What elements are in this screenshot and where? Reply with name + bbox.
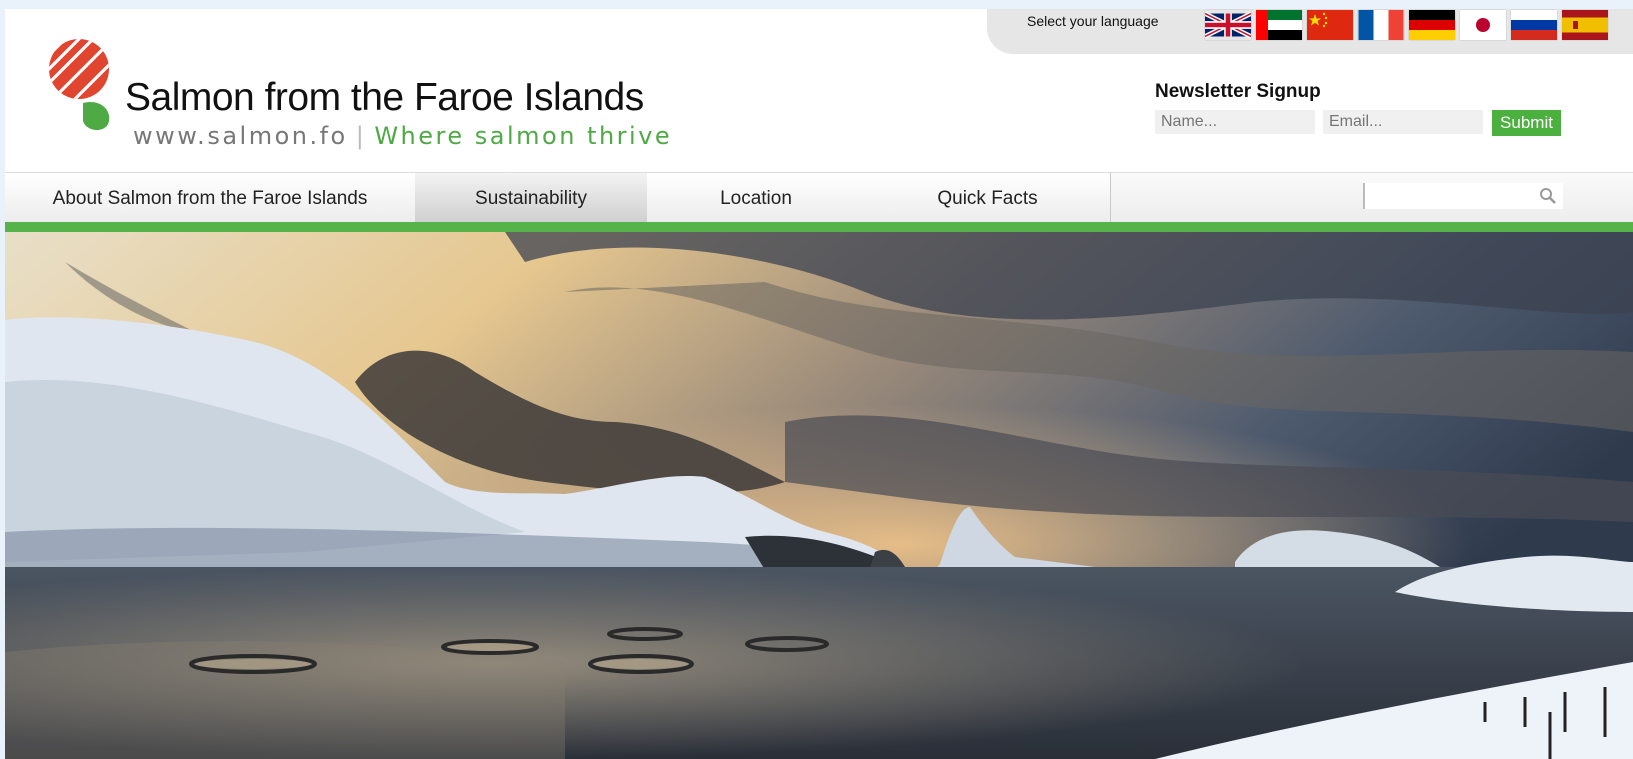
fjord-landscape-image (5, 232, 1633, 759)
spain-flag-icon[interactable] (1562, 10, 1608, 40)
newsletter-submit-button[interactable]: Submit (1492, 110, 1561, 136)
tab-quick-facts[interactable]: Quick Facts (865, 173, 1111, 223)
nav-accent-bar (5, 222, 1633, 232)
hero-image (5, 232, 1633, 759)
language-bar: Select your language (987, 9, 1633, 54)
germany-flag-icon[interactable] (1409, 10, 1455, 40)
japan-flag-icon[interactable] (1460, 10, 1506, 40)
subtitle-separator: | (355, 122, 367, 150)
site-url: www.salmon.fo (133, 122, 348, 150)
newsletter-email-input[interactable] (1323, 110, 1483, 134)
search-icon[interactable] (1539, 187, 1557, 205)
search-field[interactable] (1363, 183, 1563, 209)
tab-location[interactable]: Location (647, 173, 866, 223)
tab-about[interactable]: About Salmon from the Faroe Islands (5, 173, 416, 223)
newsletter-title: Newsletter Signup (1155, 81, 1321, 102)
site-tagline: Where salmon thrive (374, 122, 673, 150)
tab-sustainability[interactable]: Sustainability (415, 173, 648, 233)
language-label: Select your language (1027, 13, 1159, 29)
newsletter-name-input[interactable] (1155, 110, 1315, 134)
site-title: Salmon from the Faroe Islands (125, 76, 644, 119)
russia-flag-icon[interactable] (1511, 10, 1557, 40)
salmon-logo-icon (49, 39, 110, 130)
page: Select your language Salmon from the Far… (5, 9, 1633, 759)
uk-flag-icon[interactable] (1205, 10, 1251, 40)
china-flag-icon[interactable] (1307, 10, 1353, 40)
france-flag-icon[interactable] (1358, 10, 1404, 40)
uae-flag-icon[interactable] (1256, 10, 1302, 40)
site-subtitle: www.salmon.fo | Where salmon thrive (133, 122, 672, 150)
